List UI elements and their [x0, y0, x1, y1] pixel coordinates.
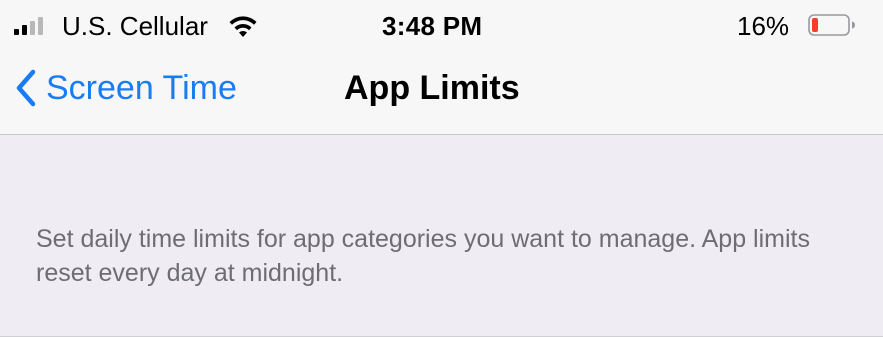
battery-level-fill	[812, 18, 818, 32]
signal-bar	[14, 29, 19, 35]
back-button-label: Screen Time	[46, 69, 237, 107]
back-button[interactable]: Screen Time	[14, 66, 237, 110]
status-bar: U.S. Cellular 3:48 PM 16%	[0, 0, 883, 52]
status-time: 3:48 PM	[382, 11, 483, 41]
battery-percent: 16%	[737, 11, 790, 41]
navigation-bar: Screen Time App Limits	[0, 52, 883, 135]
signal-bar	[38, 17, 43, 35]
carrier-name: U.S. Cellular	[62, 11, 208, 41]
content-area: Set daily time limits for app categories…	[0, 135, 883, 337]
app-limits-description: Set daily time limits for app categories…	[36, 225, 810, 287]
app-limits-screen: U.S. Cellular 3:48 PM 16% Screen Time Ap…	[0, 0, 883, 337]
cellular-signal-icon	[14, 17, 43, 35]
wifi-icon	[229, 16, 257, 37]
signal-bar	[22, 25, 27, 35]
signal-bar	[30, 21, 35, 35]
battery-icon	[808, 14, 855, 36]
page-title: App Limits	[344, 69, 520, 107]
chevron-left-icon	[16, 69, 36, 107]
